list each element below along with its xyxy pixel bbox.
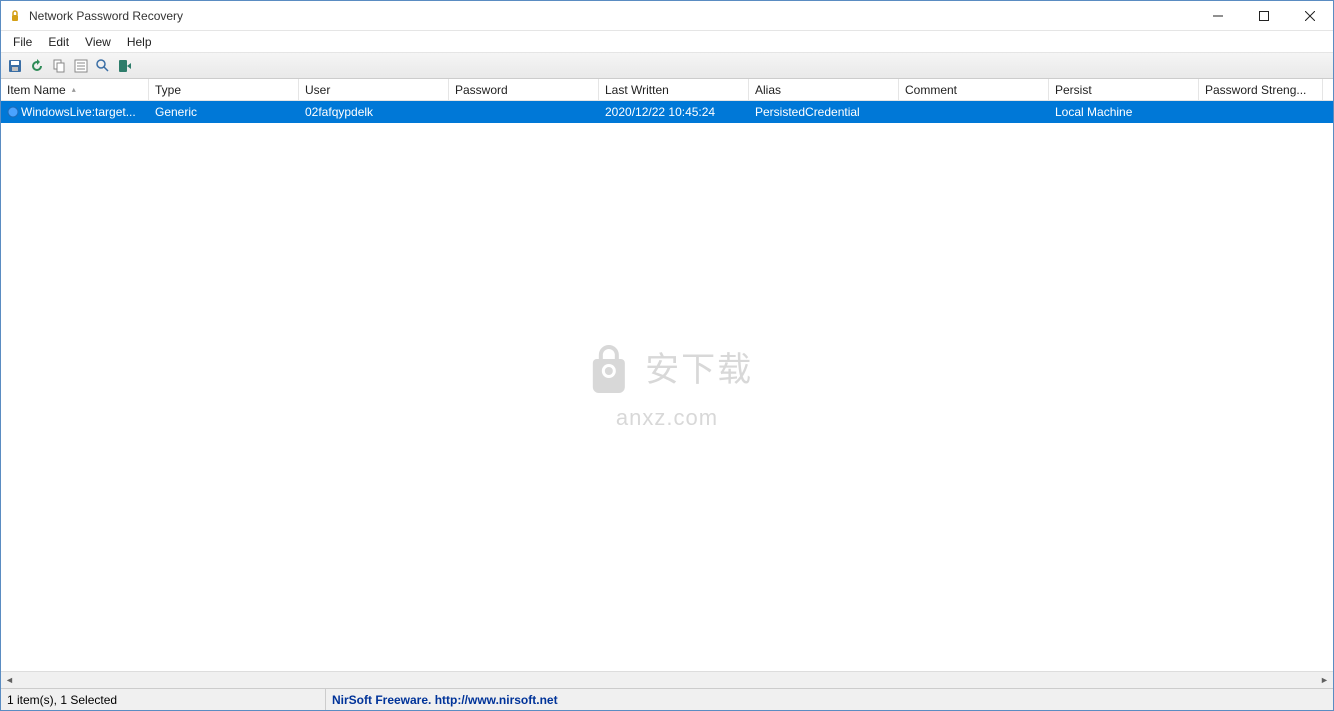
scroll-left-icon[interactable]: ◄ <box>1 672 18 689</box>
list-body[interactable]: WindowsLive:target... Generic 02fafqypde… <box>1 101 1333 671</box>
sort-asc-icon: ▴ <box>72 85 76 94</box>
column-last-written[interactable]: Last Written <box>599 79 749 100</box>
save-icon[interactable] <box>5 56 25 76</box>
column-comment[interactable]: Comment <box>899 79 1049 100</box>
exit-icon[interactable] <box>115 56 135 76</box>
close-button[interactable] <box>1287 1 1333 30</box>
list-header: Item Name▴ Type User Password Last Writt… <box>1 79 1333 101</box>
menu-file[interactable]: File <box>5 33 40 51</box>
window-controls <box>1195 1 1333 30</box>
column-password-strength[interactable]: Password Streng... <box>1199 79 1323 100</box>
column-alias[interactable]: Alias <box>749 79 899 100</box>
copy-icon[interactable] <box>49 56 69 76</box>
statusbar: 1 item(s), 1 Selected NirSoft Freeware. … <box>1 688 1333 710</box>
menu-view[interactable]: View <box>77 33 119 51</box>
titlebar: Network Password Recovery <box>1 1 1333 31</box>
column-user[interactable]: User <box>299 79 449 100</box>
cell-user: 02fafqypdelk <box>299 105 449 119</box>
scroll-track[interactable] <box>18 672 1316 688</box>
column-password[interactable]: Password <box>449 79 599 100</box>
window-title: Network Password Recovery <box>29 9 1195 23</box>
scroll-right-icon[interactable]: ► <box>1316 672 1333 689</box>
cell-alias: PersistedCredential <box>749 105 899 119</box>
cell-type: Generic <box>149 105 299 119</box>
find-icon[interactable] <box>93 56 113 76</box>
table-row[interactable]: WindowsLive:target... Generic 02fafqypde… <box>1 101 1333 123</box>
properties-icon[interactable] <box>71 56 91 76</box>
refresh-icon[interactable] <box>27 56 47 76</box>
toolbar <box>1 53 1333 79</box>
maximize-button[interactable] <box>1241 1 1287 30</box>
column-persist[interactable]: Persist <box>1049 79 1199 100</box>
status-items: 1 item(s), 1 Selected <box>1 689 326 710</box>
status-credit: NirSoft Freeware. http://www.nirsoft.net <box>326 689 1333 710</box>
horizontal-scrollbar[interactable]: ◄ ► <box>1 671 1333 688</box>
cell-item-name: WindowsLive:target... <box>1 105 149 119</box>
menu-edit[interactable]: Edit <box>40 33 77 51</box>
menu-help[interactable]: Help <box>119 33 160 51</box>
column-type[interactable]: Type <box>149 79 299 100</box>
cell-persist: Local Machine <box>1049 105 1199 119</box>
column-item-name[interactable]: Item Name▴ <box>1 79 149 100</box>
menubar: File Edit View Help <box>1 31 1333 53</box>
minimize-button[interactable] <box>1195 1 1241 30</box>
app-icon <box>7 8 23 24</box>
credential-icon <box>7 106 19 118</box>
watermark: 安下载 anxz.com <box>581 341 753 431</box>
cell-last-written: 2020/12/22 10:45:24 <box>599 105 749 119</box>
